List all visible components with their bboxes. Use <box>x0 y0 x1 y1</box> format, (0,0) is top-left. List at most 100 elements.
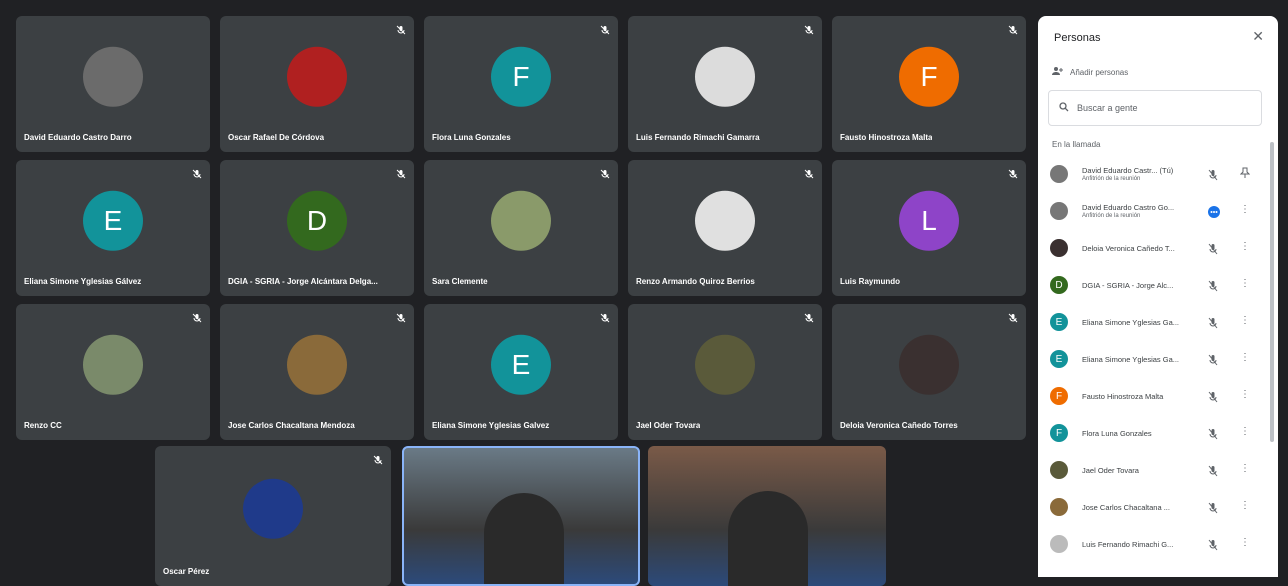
participant-row[interactable]: Luis Fernando Rimachi G... ⋮ <box>1038 526 1270 563</box>
add-people-label: Añadir personas <box>1070 67 1129 77</box>
avatar <box>695 190 755 251</box>
participant-avatar <box>1050 165 1068 183</box>
mic-off-icon <box>192 310 202 323</box>
participant-tile[interactable]: David Eduardo Castro Darro <box>16 16 210 152</box>
more-options-icon[interactable]: ⋮ <box>1240 537 1250 548</box>
participant-row[interactable]: F Fausto Hinostroza Malta ⋮ <box>1038 378 1270 415</box>
participant-avatar: F <box>1050 387 1068 405</box>
participant-avatar <box>1050 202 1068 220</box>
participant-row[interactable]: E Eliana Simone Yglesias Ga... ⋮ <box>1038 304 1270 341</box>
participant-tile[interactable]: L Luis Raymundo <box>832 160 1026 296</box>
avatar <box>491 190 551 251</box>
participant-tile[interactable]: Sara Clemente <box>424 160 618 296</box>
participant-row[interactable]: Jose Carlos Chacaltana ... ⋮ <box>1038 489 1270 526</box>
participant-row[interactable]: Deloia Veronica Cañedo T... ⋮ <box>1038 230 1270 267</box>
more-options-icon[interactable]: ⋮ <box>1240 500 1250 511</box>
participant-row[interactable]: David Eduardo Castr... (Tú) Anfitrión de … <box>1038 156 1270 193</box>
mic-off-icon <box>1008 166 1018 179</box>
avatar <box>695 334 755 395</box>
mic-off-icon <box>1208 353 1218 366</box>
participant-row[interactable]: F Flora Luna Gonzales ⋮ <box>1038 415 1270 452</box>
participant-name: DGIA - SGRIA - Jorge Alcántara Delga... <box>228 277 378 286</box>
pin-icon[interactable] <box>1239 167 1251 182</box>
avatar <box>287 334 347 395</box>
participant-name: Jael Oder Tovara <box>636 421 701 430</box>
participant-tile[interactable]: Oscar Pérez <box>155 446 391 586</box>
mic-off-icon <box>1208 168 1218 181</box>
participant-avatar: D <box>1050 276 1068 294</box>
mic-off-icon <box>373 452 383 465</box>
panel-scrollbar[interactable] <box>1270 142 1274 442</box>
more-options-icon[interactable]: ⋮ <box>1240 204 1250 215</box>
participant-name: Eliana Simone Yglesias Galvez <box>432 421 550 430</box>
participant-row[interactable]: D DGIA - SGRIA - Jorge Alc... ⋮ <box>1038 267 1270 304</box>
mic-off-icon <box>600 166 610 179</box>
participant-tile[interactable]: F Flora Luna Gonzales <box>424 16 618 152</box>
participant-row-name: Jose Carlos Chacaltana ... <box>1082 503 1170 512</box>
mic-off-icon <box>600 310 610 323</box>
mic-off-icon <box>1208 427 1218 440</box>
participant-tile[interactable]: Renzo Armando Quiroz Berrios <box>628 160 822 296</box>
mic-off-icon <box>1208 538 1218 551</box>
participant-tile[interactable]: E Eliana Simone Yglesias Gálvez <box>16 160 210 296</box>
participant-tile[interactable]: Jael Oder Tovara <box>628 304 822 440</box>
more-options-icon[interactable]: ⋮ <box>1240 241 1250 252</box>
participant-avatar: F <box>1050 424 1068 442</box>
participant-tile[interactable]: Oscar Rafael De Córdova <box>220 16 414 152</box>
more-options-icon[interactable]: ⋮ <box>1240 315 1250 326</box>
more-options-icon[interactable]: ⋮ <box>1240 278 1250 289</box>
search-placeholder: Buscar a gente <box>1077 103 1138 113</box>
participant-row-name: Jael Oder Tovara <box>1082 466 1139 475</box>
camera-feed[interactable] <box>402 446 640 586</box>
participant-row-name: DGIA - SGRIA - Jorge Alc... <box>1082 281 1174 290</box>
speaking-indicator-icon <box>1208 205 1220 218</box>
close-icon[interactable]: ✕ <box>1252 28 1264 45</box>
participant-row-name: David Eduardo Castro Go... <box>1082 203 1175 212</box>
participant-avatar <box>1050 461 1068 479</box>
avatar <box>243 478 303 539</box>
participant-tile[interactable]: Deloia Veronica Cañedo Torres <box>832 304 1026 440</box>
participant-tile[interactable]: E Eliana Simone Yglesias Galvez <box>424 304 618 440</box>
participant-row[interactable]: Jael Oder Tovara ⋮ <box>1038 452 1270 489</box>
participant-row[interactable]: E Eliana Simone Yglesias Ga... ⋮ <box>1038 341 1270 378</box>
participant-tile[interactable]: Jose Carlos Chacaltana Mendoza <box>220 304 414 440</box>
mic-off-icon <box>1208 242 1218 255</box>
participant-avatar: E <box>1050 313 1068 331</box>
participant-row-name: Luis Fernando Rimachi G... <box>1082 540 1174 549</box>
avatar <box>287 46 347 107</box>
mic-off-icon <box>1208 390 1218 403</box>
camera-feed[interactable] <box>648 446 886 586</box>
participant-role: Anfitrión de la reunión <box>1082 213 1141 219</box>
participant-tile[interactable]: Renzo CC <box>16 304 210 440</box>
mic-off-icon <box>396 166 406 179</box>
participant-name: Oscar Rafael De Córdova <box>228 133 325 142</box>
participant-name: Jose Carlos Chacaltana Mendoza <box>228 421 355 430</box>
participant-tile[interactable]: D DGIA - SGRIA - Jorge Alcántara Delga... <box>220 160 414 296</box>
more-options-icon[interactable]: ⋮ <box>1240 389 1250 400</box>
participant-role: Anfitrión de la reunión <box>1082 176 1141 182</box>
people-panel: Personas ✕ Añadir personas Buscar a gent… <box>1038 16 1278 577</box>
more-options-icon[interactable]: ⋮ <box>1240 463 1250 474</box>
participant-row-name: Flora Luna Gonzales <box>1082 429 1152 438</box>
mic-off-icon <box>1208 279 1218 292</box>
avatar <box>899 334 959 395</box>
mic-off-icon <box>396 22 406 35</box>
more-options-icon[interactable]: ⋮ <box>1240 426 1250 437</box>
participant-name: Luis Raymundo <box>840 277 901 286</box>
participant-name: Renzo CC <box>24 421 62 430</box>
mic-off-icon <box>804 166 814 179</box>
search-people-input[interactable]: Buscar a gente <box>1048 90 1262 126</box>
add-people-button[interactable]: Añadir personas <box>1052 66 1128 78</box>
avatar <box>83 334 143 395</box>
participant-name: Renzo Armando Quiroz Berrios <box>636 277 755 286</box>
participant-tile[interactable]: Luis Fernando Rimachi Gamarra <box>628 16 822 152</box>
mic-off-icon <box>1008 310 1018 323</box>
participant-tile[interactable]: F Fausto Hinostroza Malta <box>832 16 1026 152</box>
mic-off-icon <box>804 310 814 323</box>
more-options-icon[interactable]: ⋮ <box>1240 352 1250 363</box>
add-person-icon <box>1052 66 1064 78</box>
participant-row-name: Fausto Hinostroza Malta <box>1082 392 1164 401</box>
participant-row[interactable]: David Eduardo Castro Go... Anfitrión de l… <box>1038 193 1270 230</box>
participant-avatar <box>1050 535 1068 553</box>
mic-off-icon <box>600 22 610 35</box>
